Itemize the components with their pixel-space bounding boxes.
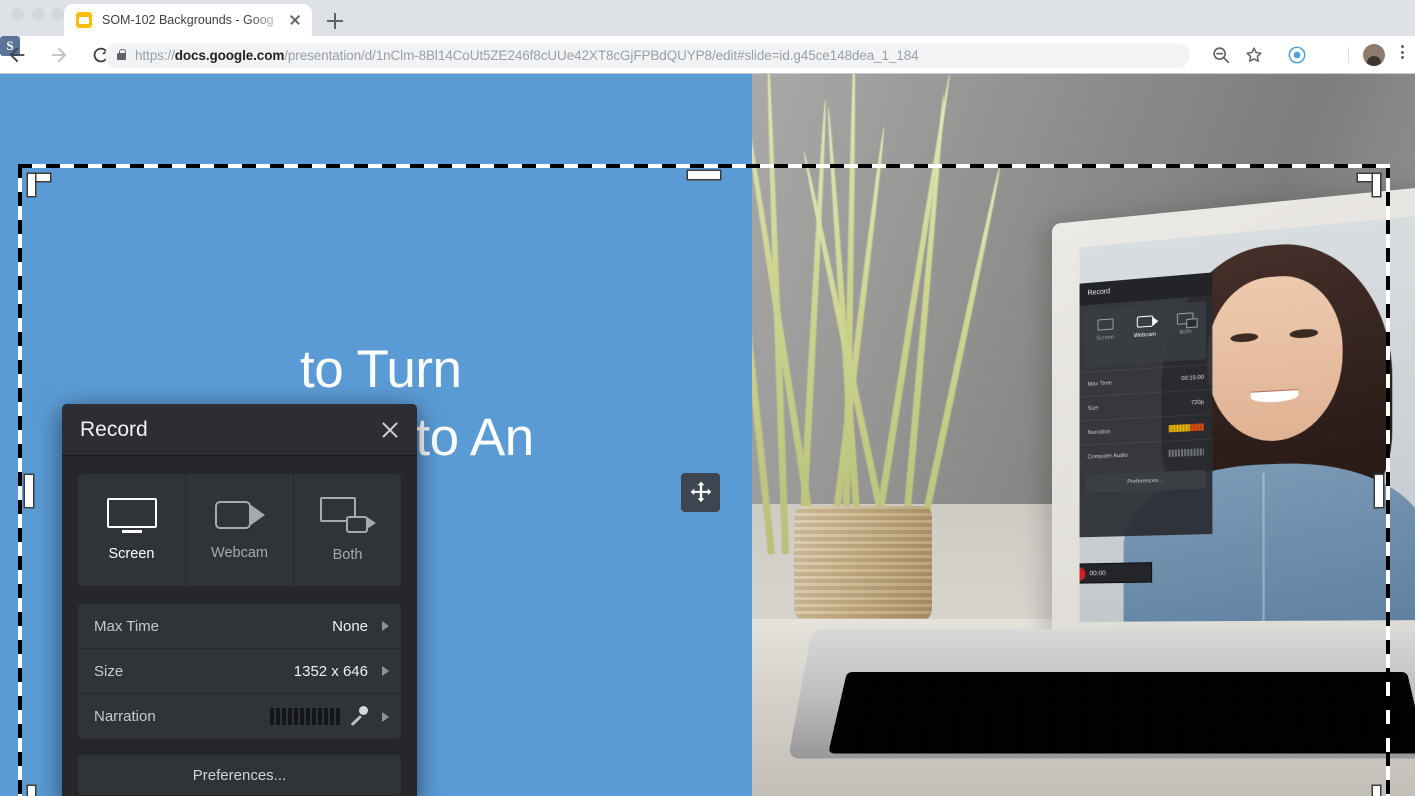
url-text: https://docs.google.com/presentation/d/1…	[135, 48, 919, 63]
laptop-screen: Record Screen Webcam Both Max Time 00:15…	[1079, 210, 1415, 622]
lock-icon	[117, 49, 127, 60]
page-content: to Turn es Into An eo	[0, 74, 1415, 796]
laptop-rec-button	[1079, 566, 1086, 581]
record-mode-webcam-label: Webcam	[211, 545, 268, 561]
browser-tab[interactable]: SOM-102 Backgrounds - Goog	[64, 4, 312, 36]
laptop-preferences: Preferences...	[1085, 469, 1207, 493]
address-bar[interactable]: https://docs.google.com/presentation/d/1…	[105, 43, 1190, 68]
url-path: /presentation/d/1nClm-8Bl14CoUt5ZE246f8c…	[284, 48, 919, 63]
close-icon[interactable]	[379, 419, 401, 441]
preferences-button[interactable]: Preferences...	[78, 755, 401, 795]
url-scheme: https://	[135, 48, 175, 63]
monitor-icon	[106, 498, 157, 533]
maximize-window-button[interactable]	[52, 8, 64, 20]
video-camera-icon	[1136, 315, 1154, 328]
record-mode-both-label: Both	[332, 547, 363, 563]
setting-row-size[interactable]: Size 1352 x 646	[78, 649, 401, 694]
record-dialog: Record Screen Webcam Both Max Time None …	[62, 404, 417, 796]
url-host: docs.google.com	[174, 48, 285, 63]
laptop-timer: 00:00	[1089, 569, 1106, 577]
speaker-level-meter	[1168, 448, 1204, 457]
move-icon[interactable]	[681, 473, 720, 512]
chevron-right-icon	[382, 621, 389, 631]
laptop-mode-webcam-label: Webcam	[1133, 331, 1157, 340]
video-camera-icon	[214, 499, 265, 531]
laptop-recorder-toolbar: 00:00	[1079, 562, 1153, 584]
microphone-icon	[350, 705, 368, 728]
monitor-plus-camera-icon	[319, 497, 376, 533]
record-mode-screen-label: Screen	[108, 546, 155, 562]
setting-label-size: Size	[94, 662, 124, 680]
tab-close-icon[interactable]	[286, 11, 304, 29]
plant-vase	[794, 506, 932, 624]
record-mode-selector: Screen Webcam Both	[78, 474, 401, 586]
slide-photo: Record Screen Webcam Both Max Time 00:15…	[752, 74, 1415, 796]
minimize-window-button[interactable]	[32, 8, 44, 20]
tab-strip: SOM-102 Backgrounds - Goog	[0, 0, 1415, 36]
setting-value-max-time: None	[332, 617, 368, 635]
record-mode-screen[interactable]: Screen	[78, 474, 186, 586]
laptop-row-computer-audio: Computer Audio	[1079, 438, 1213, 469]
setting-label-max-time: Max Time	[94, 617, 160, 635]
audio-level-meter	[1168, 423, 1204, 433]
forward-arrow-icon[interactable]	[48, 44, 70, 66]
setting-label-narration: Narration	[94, 708, 156, 725]
toolbar-divider	[1348, 47, 1349, 63]
browser-window: SOM-102 Backgrounds - Goog https://docs.…	[0, 0, 1415, 796]
audio-level-meter	[270, 708, 342, 725]
laptop-record-modes: Screen Webcam Both	[1085, 300, 1207, 367]
three-dot-menu-icon[interactable]	[1394, 45, 1410, 65]
monitor-plus-camera-icon	[1177, 312, 1194, 325]
record-mode-both[interactable]: Both	[294, 474, 401, 586]
laptop-keyboard	[828, 672, 1415, 754]
laptop-mode-both: Both	[1165, 301, 1206, 362]
chevron-right-icon	[382, 666, 389, 676]
setting-row-max-time[interactable]: Max Time None	[78, 604, 401, 649]
laptop-mode-screen-label: Screen	[1096, 334, 1115, 342]
browser-toolbar: https://docs.google.com/presentation/d/1…	[0, 36, 1415, 74]
record-dialog-title: Record	[80, 417, 148, 441]
chevron-right-icon	[382, 711, 389, 722]
window-controls[interactable]	[12, 8, 64, 20]
laptop-mode-webcam: Webcam	[1125, 304, 1165, 364]
laptop-mode-screen: Screen	[1086, 307, 1125, 367]
new-tab-button[interactable]	[322, 8, 348, 34]
back-arrow-icon[interactable]	[6, 44, 28, 66]
setting-value-size: 1352 x 646	[293, 662, 368, 680]
laptop-mode-both-label: Both	[1179, 328, 1192, 336]
setting-row-narration[interactable]: Narration	[78, 694, 401, 739]
screencast-record-icon[interactable]	[1286, 44, 1308, 66]
plant-icon	[752, 74, 1004, 555]
tab-title: SOM-102 Backgrounds - Goog	[102, 13, 274, 27]
monitor-icon	[1097, 318, 1114, 331]
slides-favicon	[76, 12, 92, 28]
record-dialog-header: Record	[62, 404, 417, 456]
close-window-button[interactable]	[12, 8, 24, 20]
zoom-out-icon[interactable]	[1210, 44, 1232, 66]
star-icon[interactable]	[1243, 44, 1265, 66]
laptop-lid: Record Screen Webcam Both Max Time 00:15…	[1052, 178, 1415, 644]
slide-title-line-1: to Turn	[300, 340, 462, 399]
laptop-record-panel: Record Screen Webcam Both Max Time 00:15…	[1079, 272, 1213, 584]
record-mode-webcam[interactable]: Webcam	[186, 474, 294, 586]
record-settings-list: Max Time None Size 1352 x 646 Narration	[78, 604, 401, 739]
avatar[interactable]	[1363, 44, 1385, 66]
